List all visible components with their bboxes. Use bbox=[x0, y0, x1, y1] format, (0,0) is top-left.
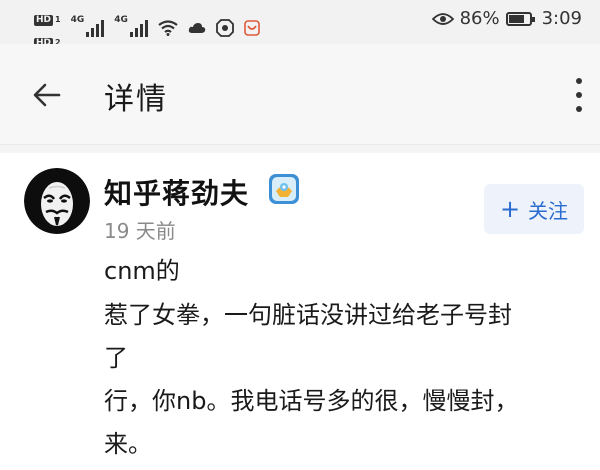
plus-icon: + bbox=[499, 195, 521, 223]
battery-percent: 86% bbox=[459, 8, 500, 29]
avatar[interactable] bbox=[24, 168, 90, 234]
post-time: 19 天前 bbox=[104, 219, 176, 243]
post-line: cnm的 bbox=[104, 257, 180, 285]
hd-sub-1: 1 bbox=[55, 15, 61, 24]
hd-badge-1: HD bbox=[34, 15, 54, 26]
signal-icon-2 bbox=[129, 19, 148, 37]
cloud-icon bbox=[188, 22, 206, 34]
post-content: cnm的 惹了女拳，一句脏话没讲过给老子号封 了 行，你nb。我电话号多的很，慢… bbox=[104, 248, 584, 466]
signal-icon-1 bbox=[86, 19, 105, 37]
camera-icon bbox=[216, 19, 234, 37]
status-bar-right: 86% 3:09 bbox=[431, 8, 582, 29]
follow-button[interactable]: + 关注 bbox=[484, 184, 584, 234]
app-header: 详情 bbox=[0, 44, 600, 145]
battery-icon bbox=[505, 11, 535, 26]
post-line: 惹了女拳，一句脏话没讲过给老子号封 bbox=[104, 301, 512, 329]
more-options-button[interactable] bbox=[572, 78, 586, 112]
section-divider bbox=[0, 145, 600, 153]
post-line: 了 bbox=[104, 344, 128, 372]
app-notification-icon bbox=[244, 20, 260, 36]
hd-indicators: HD 1 HD 2 bbox=[34, 7, 61, 49]
more-vertical-icon-dot bbox=[576, 106, 582, 112]
verified-badge-icon bbox=[268, 173, 300, 205]
eye-icon bbox=[431, 12, 454, 26]
follow-label: 关注 bbox=[528, 198, 569, 223]
mask-avatar-icon bbox=[24, 168, 90, 234]
page-title: 详情 bbox=[104, 82, 168, 117]
wifi-icon bbox=[158, 20, 178, 36]
network-type-1: 4G bbox=[70, 15, 85, 25]
network-type-2: 4G bbox=[114, 15, 128, 25]
clock: 3:09 bbox=[541, 8, 582, 29]
status-bar-left: HD 1 HD 2 4G 4G bbox=[34, 7, 260, 49]
author-name[interactable]: 知乎蒋劲夫 bbox=[104, 172, 249, 212]
arrow-left-icon bbox=[33, 83, 61, 107]
more-vertical-icon-dot bbox=[576, 78, 582, 84]
more-vertical-icon-dot bbox=[576, 92, 582, 98]
status-bar: HD 1 HD 2 4G 4G 86% 3:09 bbox=[0, 0, 600, 49]
post-line: 行，你nb。我电话号多的很，慢慢封， bbox=[104, 387, 519, 415]
hd-indicator-1: HD 1 bbox=[34, 7, 61, 26]
post-line: 来。 bbox=[104, 430, 152, 458]
battery-level bbox=[508, 14, 524, 23]
back-button[interactable] bbox=[30, 78, 64, 112]
